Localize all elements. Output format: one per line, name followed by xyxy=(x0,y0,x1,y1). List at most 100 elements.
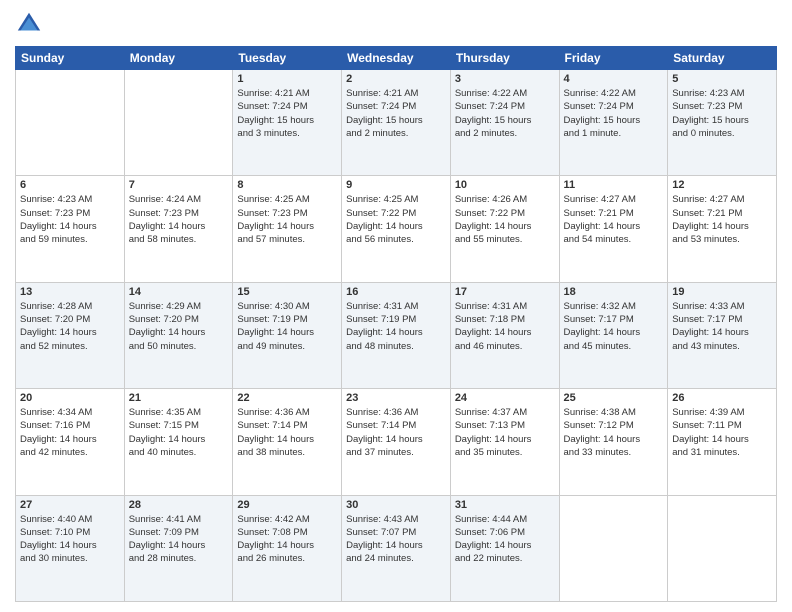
day-of-week-header: Tuesday xyxy=(233,47,342,70)
day-number: 31 xyxy=(455,499,555,511)
calendar-cell: 30Sunrise: 4:43 AM Sunset: 7:07 PM Dayli… xyxy=(342,495,451,601)
day-info: Sunrise: 4:38 AM Sunset: 7:12 PM Dayligh… xyxy=(564,406,664,459)
day-number: 1 xyxy=(237,73,337,85)
calendar-cell: 2 Sunrise: 4:21 AM Sunset: 7:24 PM Daylig… xyxy=(342,70,451,176)
day-info: Sunrise: 4:33 AM Sunset: 7:17 PM Dayligh… xyxy=(672,300,772,353)
day-number: 5 xyxy=(672,73,772,85)
day-number: 11 xyxy=(564,179,664,191)
day-number: 26 xyxy=(672,392,772,404)
logo-icon xyxy=(15,10,43,38)
day-info: Sunrise: 4:28 AM Sunset: 7:20 PM Dayligh… xyxy=(20,300,120,353)
day-number: 21 xyxy=(129,392,229,404)
day-info: Sunrise: 4:21 AM Sunset: 7:24 PM Dayligh… xyxy=(237,87,337,140)
day-info: Sunrise: 4:21 AM Sunset: 7:24 PM Dayligh… xyxy=(346,87,446,140)
day-number: 29 xyxy=(237,499,337,511)
day-info: Sunrise: 4:22 AM Sunset: 7:24 PM Dayligh… xyxy=(564,87,664,140)
day-number: 20 xyxy=(20,392,120,404)
day-info: Sunrise: 4:36 AM Sunset: 7:14 PM Dayligh… xyxy=(346,406,446,459)
calendar-cell: 10 Sunrise: 4:26 AM Sunset: 7:22 PM Dayli… xyxy=(450,176,559,282)
day-number: 7 xyxy=(129,179,229,191)
calendar-cell: 7 Sunrise: 4:24 AM Sunset: 7:23 PM Daylig… xyxy=(124,176,233,282)
day-info: Sunrise: 4:23 AM Sunset: 7:23 PM Dayligh… xyxy=(20,193,120,246)
day-info: Sunrise: 4:25 AM Sunset: 7:22 PM Dayligh… xyxy=(346,193,446,246)
day-number: 10 xyxy=(455,179,555,191)
calendar-cell: 25 Sunrise: 4:38 AM Sunset: 7:12 PM Dayli… xyxy=(559,389,668,495)
day-number: 27 xyxy=(20,499,120,511)
day-of-week-header: Thursday xyxy=(450,47,559,70)
day-number: 19 xyxy=(672,286,772,298)
day-number: 3 xyxy=(455,73,555,85)
day-info: Sunrise: 4:36 AM Sunset: 7:14 PM Dayligh… xyxy=(237,406,337,459)
calendar-cell: 26 Sunrise: 4:39 AM Sunset: 7:11 PM Dayli… xyxy=(668,389,777,495)
day-info: Sunrise: 4:31 AM Sunset: 7:19 PM Dayligh… xyxy=(346,300,446,353)
day-info: Sunrise: 4:26 AM Sunset: 7:22 PM Dayligh… xyxy=(455,193,555,246)
calendar-cell: 1 Sunrise: 4:21 AM Sunset: 7:24 PM Daylig… xyxy=(233,70,342,176)
day-number: 16 xyxy=(346,286,446,298)
calendar-cell: 9 Sunrise: 4:25 AM Sunset: 7:22 PM Daylig… xyxy=(342,176,451,282)
day-number: 8 xyxy=(237,179,337,191)
calendar-header-row: SundayMondayTuesdayWednesdayThursdayFrid… xyxy=(16,47,777,70)
day-of-week-header: Monday xyxy=(124,47,233,70)
calendar-cell: 11 Sunrise: 4:27 AM Sunset: 7:21 PM Dayli… xyxy=(559,176,668,282)
day-info: Sunrise: 4:40 AM Sunset: 7:10 PM Dayligh… xyxy=(20,513,120,566)
calendar-cell: 3 Sunrise: 4:22 AM Sunset: 7:24 PM Daylig… xyxy=(450,70,559,176)
calendar-cell: 28 Sunrise: 4:41 AM Sunset: 7:09 PM Dayli… xyxy=(124,495,233,601)
day-number: 28 xyxy=(129,499,229,511)
day-number: 22 xyxy=(237,392,337,404)
calendar-cell: 16 Sunrise: 4:31 AM Sunset: 7:19 PM Dayli… xyxy=(342,282,451,388)
calendar-cell: 18 Sunrise: 4:32 AM Sunset: 7:17 PM Dayli… xyxy=(559,282,668,388)
day-number: 6 xyxy=(20,179,120,191)
day-info: Sunrise: 4:24 AM Sunset: 7:23 PM Dayligh… xyxy=(129,193,229,246)
day-number: 18 xyxy=(564,286,664,298)
day-number: 9 xyxy=(346,179,446,191)
day-info: Sunrise: 4:23 AM Sunset: 7:23 PM Dayligh… xyxy=(672,87,772,140)
day-number: 17 xyxy=(455,286,555,298)
day-number: 13 xyxy=(20,286,120,298)
day-of-week-header: Sunday xyxy=(16,47,125,70)
day-number: 14 xyxy=(129,286,229,298)
calendar-cell: 4Sunrise: 4:22 AM Sunset: 7:24 PM Daylig… xyxy=(559,70,668,176)
header xyxy=(15,10,777,38)
day-info: Sunrise: 4:32 AM Sunset: 7:17 PM Dayligh… xyxy=(564,300,664,353)
calendar-cell: 19 Sunrise: 4:33 AM Sunset: 7:17 PM Dayli… xyxy=(668,282,777,388)
day-info: Sunrise: 4:37 AM Sunset: 7:13 PM Dayligh… xyxy=(455,406,555,459)
day-info: Sunrise: 4:39 AM Sunset: 7:11 PM Dayligh… xyxy=(672,406,772,459)
day-info: Sunrise: 4:44 AM Sunset: 7:06 PM Dayligh… xyxy=(455,513,555,566)
calendar-cell: 13 Sunrise: 4:28 AM Sunset: 7:20 PM Dayli… xyxy=(16,282,125,388)
calendar-table: SundayMondayTuesdayWednesdayThursdayFrid… xyxy=(15,46,777,602)
day-number: 25 xyxy=(564,392,664,404)
day-info: Sunrise: 4:22 AM Sunset: 7:24 PM Dayligh… xyxy=(455,87,555,140)
day-info: Sunrise: 4:25 AM Sunset: 7:23 PM Dayligh… xyxy=(237,193,337,246)
day-of-week-header: Saturday xyxy=(668,47,777,70)
day-of-week-header: Wednesday xyxy=(342,47,451,70)
calendar-week-row: 1 Sunrise: 4:21 AM Sunset: 7:24 PM Daylig… xyxy=(16,70,777,176)
day-info: Sunrise: 4:27 AM Sunset: 7:21 PM Dayligh… xyxy=(672,193,772,246)
calendar-cell: 15Sunrise: 4:30 AM Sunset: 7:19 PM Dayli… xyxy=(233,282,342,388)
page: SundayMondayTuesdayWednesdayThursdayFrid… xyxy=(0,0,792,612)
day-number: 12 xyxy=(672,179,772,191)
day-info: Sunrise: 4:41 AM Sunset: 7:09 PM Dayligh… xyxy=(129,513,229,566)
logo xyxy=(15,10,47,38)
day-info: Sunrise: 4:43 AM Sunset: 7:07 PM Dayligh… xyxy=(346,513,446,566)
calendar-cell: 17 Sunrise: 4:31 AM Sunset: 7:18 PM Dayli… xyxy=(450,282,559,388)
calendar-cell: 8 Sunrise: 4:25 AM Sunset: 7:23 PM Daylig… xyxy=(233,176,342,282)
day-info: Sunrise: 4:27 AM Sunset: 7:21 PM Dayligh… xyxy=(564,193,664,246)
calendar-cell: 20 Sunrise: 4:34 AM Sunset: 7:16 PM Dayli… xyxy=(16,389,125,495)
day-number: 2 xyxy=(346,73,446,85)
calendar-cell xyxy=(559,495,668,601)
calendar-cell: 31 Sunrise: 4:44 AM Sunset: 7:06 PM Dayli… xyxy=(450,495,559,601)
day-number: 23 xyxy=(346,392,446,404)
calendar-cell: 29 Sunrise: 4:42 AM Sunset: 7:08 PM Dayli… xyxy=(233,495,342,601)
day-info: Sunrise: 4:31 AM Sunset: 7:18 PM Dayligh… xyxy=(455,300,555,353)
calendar-week-row: 13 Sunrise: 4:28 AM Sunset: 7:20 PM Dayli… xyxy=(16,282,777,388)
calendar-cell: 12 Sunrise: 4:27 AM Sunset: 7:21 PM Dayli… xyxy=(668,176,777,282)
calendar-cell: 6 Sunrise: 4:23 AM Sunset: 7:23 PM Daylig… xyxy=(16,176,125,282)
calendar-cell: 14Sunrise: 4:29 AM Sunset: 7:20 PM Dayli… xyxy=(124,282,233,388)
day-info: Sunrise: 4:35 AM Sunset: 7:15 PM Dayligh… xyxy=(129,406,229,459)
day-info: Sunrise: 4:34 AM Sunset: 7:16 PM Dayligh… xyxy=(20,406,120,459)
day-number: 24 xyxy=(455,392,555,404)
day-info: Sunrise: 4:42 AM Sunset: 7:08 PM Dayligh… xyxy=(237,513,337,566)
calendar-week-row: 6 Sunrise: 4:23 AM Sunset: 7:23 PM Daylig… xyxy=(16,176,777,282)
calendar-cell: 21 Sunrise: 4:35 AM Sunset: 7:15 PM Dayli… xyxy=(124,389,233,495)
calendar-cell xyxy=(124,70,233,176)
